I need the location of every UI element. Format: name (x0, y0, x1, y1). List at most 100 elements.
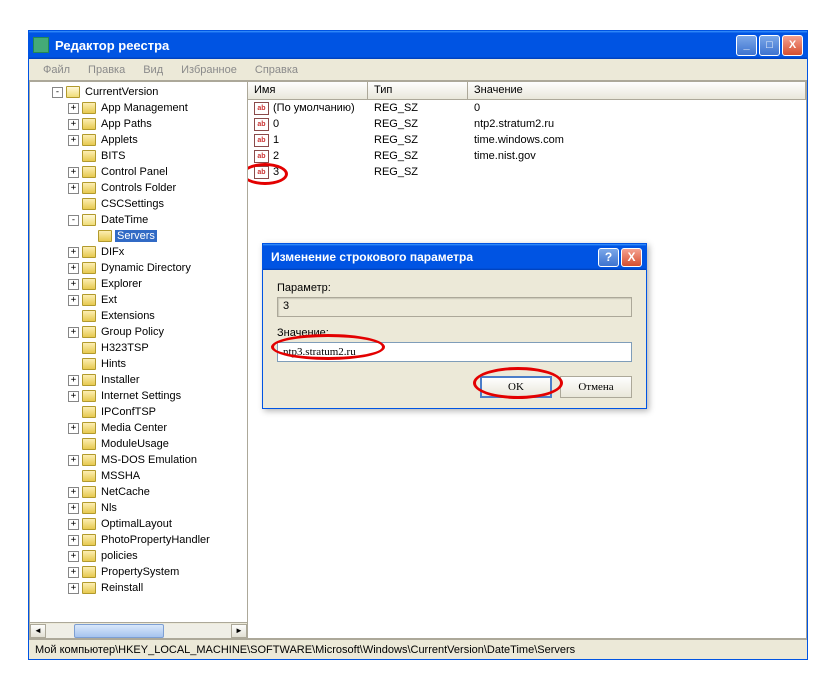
tree-node[interactable]: +Media Center (30, 420, 247, 436)
expand-icon[interactable]: + (68, 455, 79, 466)
string-value-icon (254, 118, 269, 131)
tree-node[interactable]: +Applets (30, 132, 247, 148)
ok-button[interactable]: OK (480, 376, 552, 398)
dialog-buttons: OK Отмена (277, 376, 632, 398)
tree-pane: -CurrentVersion+App Management+App Paths… (30, 82, 248, 638)
tree-node[interactable]: +Explorer (30, 276, 247, 292)
tree-node[interactable]: +Group Policy (30, 324, 247, 340)
menu-file[interactable]: Файл (35, 62, 78, 78)
folder-icon (98, 230, 112, 242)
value-row[interactable]: 3REG_SZ (248, 164, 806, 180)
maximize-button[interactable]: □ (759, 35, 780, 56)
tree-node[interactable]: IPConfTSP (30, 404, 247, 420)
expand-icon[interactable]: + (68, 519, 79, 530)
collapse-icon[interactable]: - (52, 87, 63, 98)
dialog-help-button[interactable]: ? (598, 248, 619, 267)
tree-node[interactable]: +Ext (30, 292, 247, 308)
tree-node[interactable]: +Internet Settings (30, 388, 247, 404)
value-row[interactable]: 2REG_SZtime.nist.gov (248, 148, 806, 164)
tree-node[interactable]: -CurrentVersion (30, 84, 247, 100)
folder-icon (82, 518, 96, 530)
expand-icon[interactable]: + (68, 279, 79, 290)
expander-spacer (68, 199, 79, 210)
tree-node[interactable]: Extensions (30, 308, 247, 324)
tree-node[interactable]: Hints (30, 356, 247, 372)
expand-icon[interactable]: + (68, 135, 79, 146)
tree-node[interactable]: Servers (30, 228, 247, 244)
expand-icon[interactable]: + (68, 551, 79, 562)
dialog-titlebar[interactable]: Изменение строкового параметра ? X (263, 244, 646, 270)
menu-help[interactable]: Справка (247, 62, 306, 78)
folder-icon (82, 406, 96, 418)
tree-node[interactable]: ModuleUsage (30, 436, 247, 452)
horizontal-scrollbar[interactable]: ◄ ► (30, 622, 247, 638)
edit-string-dialog: Изменение строкового параметра ? X Парам… (262, 243, 647, 409)
tree-node[interactable]: +MS-DOS Emulation (30, 452, 247, 468)
scroll-track[interactable] (46, 624, 231, 638)
expand-icon[interactable]: + (68, 327, 79, 338)
tree-node[interactable]: MSSHA (30, 468, 247, 484)
tree-node[interactable]: +App Management (30, 100, 247, 116)
value-data: ntp2.stratum2.ru (468, 118, 806, 130)
close-button[interactable]: X (782, 35, 803, 56)
tree-node[interactable]: +Controls Folder (30, 180, 247, 196)
tree-node[interactable]: +PropertySystem (30, 564, 247, 580)
menu-edit[interactable]: Правка (80, 62, 133, 78)
tree-node[interactable]: +App Paths (30, 116, 247, 132)
tree-node[interactable]: H323TSP (30, 340, 247, 356)
expand-icon[interactable]: + (68, 295, 79, 306)
column-value[interactable]: Значение (468, 82, 806, 99)
expand-icon[interactable]: + (68, 183, 79, 194)
value-input[interactable] (277, 342, 632, 362)
tree-node[interactable]: + OptimalLayout (30, 516, 247, 532)
tree-node[interactable]: +Control Panel (30, 164, 247, 180)
tree-node[interactable]: +Nls (30, 500, 247, 516)
value-row[interactable]: (По умолчанию)REG_SZ0 (248, 100, 806, 116)
column-name[interactable]: Имя (248, 82, 368, 99)
titlebar[interactable]: Редактор реестра _ □ X (29, 31, 807, 59)
menu-view[interactable]: Вид (135, 62, 171, 78)
column-type[interactable]: Тип (368, 82, 468, 99)
expander-spacer (68, 311, 79, 322)
string-value-icon (254, 166, 269, 179)
tree-node[interactable]: +policies (30, 548, 247, 564)
expand-icon[interactable]: + (68, 375, 79, 386)
tree-node[interactable]: CSCSettings (30, 196, 247, 212)
dialog-close-button[interactable]: X (621, 248, 642, 267)
expand-icon[interactable]: + (68, 567, 79, 578)
expand-icon[interactable]: + (68, 103, 79, 114)
expand-icon[interactable]: + (68, 583, 79, 594)
folder-icon (82, 470, 96, 482)
value-row[interactable]: 1REG_SZtime.windows.com (248, 132, 806, 148)
expand-icon[interactable]: + (68, 263, 79, 274)
value-row[interactable]: 0REG_SZntp2.stratum2.ru (248, 116, 806, 132)
tree-node[interactable]: + Reinstall (30, 580, 247, 596)
expand-icon[interactable]: + (68, 119, 79, 130)
tree-node[interactable]: BITS (30, 148, 247, 164)
tree-node-label: Reinstall (99, 582, 145, 594)
tree-node[interactable]: +Dynamic Directory (30, 260, 247, 276)
minimize-button[interactable]: _ (736, 35, 757, 56)
expand-icon[interactable]: + (68, 391, 79, 402)
expand-icon[interactable]: + (68, 487, 79, 498)
scroll-left-button[interactable]: ◄ (30, 624, 46, 638)
expand-icon[interactable]: + (68, 423, 79, 434)
tree-node-label: OptimalLayout (99, 518, 174, 530)
scroll-thumb[interactable] (74, 624, 164, 638)
tree-node[interactable]: +DIFx (30, 244, 247, 260)
expand-icon[interactable]: + (68, 503, 79, 514)
cancel-button[interactable]: Отмена (560, 376, 632, 398)
expand-icon[interactable]: + (68, 535, 79, 546)
tree-node[interactable]: +PhotoPropertyHandler (30, 532, 247, 548)
value-name: (По умолчанию) (273, 102, 355, 114)
scroll-right-button[interactable]: ► (231, 624, 247, 638)
tree-node[interactable]: +NetCache (30, 484, 247, 500)
registry-tree[interactable]: -CurrentVersion+App Management+App Paths… (30, 82, 247, 622)
tree-node[interactable]: -DateTime (30, 212, 247, 228)
expand-icon[interactable]: + (68, 247, 79, 258)
collapse-icon[interactable]: - (68, 215, 79, 226)
menu-favorites[interactable]: Избранное (173, 62, 245, 78)
expand-icon[interactable]: + (68, 167, 79, 178)
status-path: Мой компьютер\HKEY_LOCAL_MACHINE\SOFTWAR… (35, 644, 575, 656)
tree-node[interactable]: +Installer (30, 372, 247, 388)
